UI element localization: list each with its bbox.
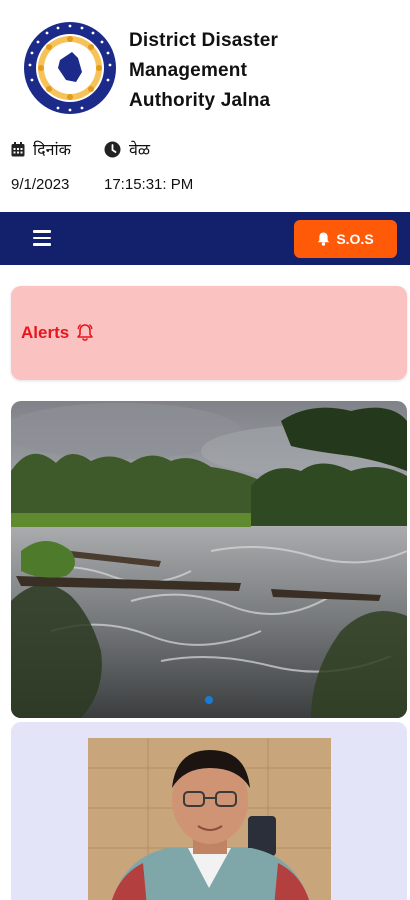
river-flood-photo (11, 401, 407, 718)
sos-label: S.O.S (336, 231, 374, 247)
alerts-card[interactable]: Alerts (11, 286, 407, 380)
app-title-line-1: District Disaster (129, 30, 279, 51)
time-label-row: वेळ (104, 138, 150, 160)
bell-icon (318, 232, 330, 246)
nav-bar: S.O.S (0, 212, 410, 265)
date-time-block: दिनांक वेळ 9/1/2023 17:15:31: PM (0, 132, 410, 202)
app-title-line-2: Management (129, 60, 248, 81)
date-label: दिनांक (33, 140, 71, 159)
officer-portrait-photo (88, 738, 331, 900)
officer-card (11, 722, 407, 900)
header: District Disaster Management Authority J… (0, 0, 410, 130)
hamburger-menu-icon[interactable] (33, 230, 51, 246)
time-value: 17:15:31: PM (104, 176, 194, 193)
date-value: 9/1/2023 (11, 176, 70, 193)
time-label: वेळ (129, 140, 151, 159)
date-label-row: दिनांक (11, 138, 71, 160)
calendar-icon (11, 141, 25, 156)
sos-button[interactable]: S.O.S (294, 220, 397, 258)
ddma-logo (22, 20, 118, 116)
app-screen: District Disaster Management Authority J… (0, 0, 410, 900)
officer-photo (88, 738, 331, 900)
carousel-indicator (11, 696, 407, 704)
app-title: District Disaster Management Authority J… (129, 26, 399, 116)
app-title-line-3: Authority Jalna (129, 90, 271, 111)
carousel-dot-active[interactable] (205, 696, 213, 704)
bell-outline-icon (77, 324, 93, 342)
alerts-label: Alerts (21, 323, 70, 342)
banner-carousel[interactable] (11, 401, 407, 718)
clock-icon (104, 141, 121, 157)
